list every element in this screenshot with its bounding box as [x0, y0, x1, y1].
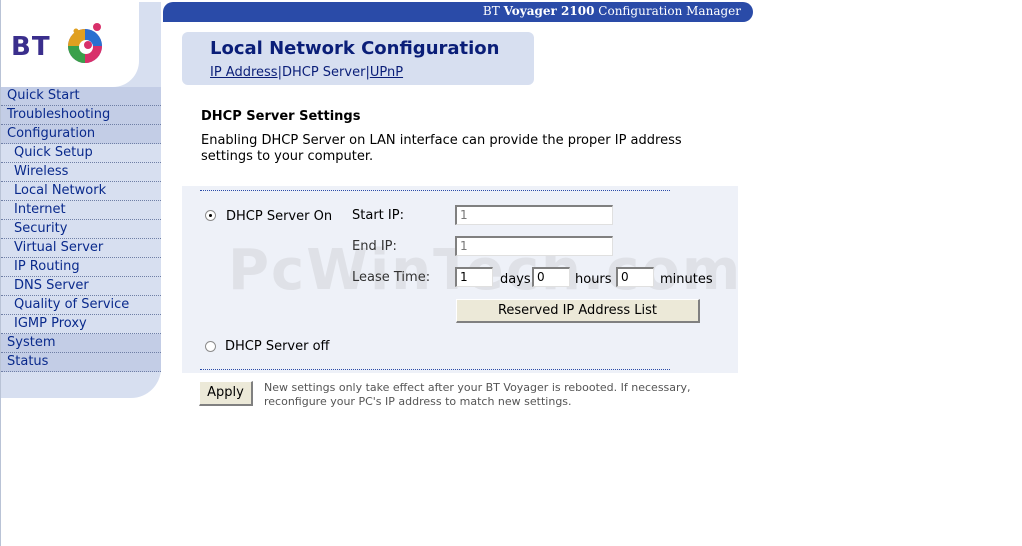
lease-days-input[interactable]: 1 — [455, 267, 493, 287]
days-label: days — [500, 272, 531, 287]
tab-ip-address[interactable]: IP Address — [210, 65, 278, 80]
banner-brand: BT — [482, 4, 500, 18]
sidebar-item-security[interactable]: Security — [1, 220, 161, 239]
start-ip-input[interactable]: 1 — [455, 205, 613, 225]
logo-box: BT — [1, 2, 139, 87]
apply-button[interactable]: Apply — [199, 381, 253, 406]
sidebar-item-local-network[interactable]: Local Network — [1, 182, 161, 201]
divider — [200, 190, 670, 191]
lease-time-label: Lease Time: — [352, 270, 431, 285]
end-ip-value: 1 — [460, 239, 468, 253]
lease-hours-input[interactable]: 0 — [532, 267, 570, 287]
sidebar-item-ip-routing[interactable]: IP Routing — [1, 258, 161, 277]
sidebar-item-configuration[interactable]: Configuration — [1, 125, 161, 144]
end-ip-input[interactable]: 1 — [455, 236, 613, 256]
top-banner: BT Voyager 2100 Configuration Manager — [163, 2, 753, 22]
sidebar-item-quick-start[interactable]: Quick Start — [1, 87, 161, 106]
dhcp-off-label: DHCP Server off — [225, 339, 330, 354]
bt-globe-icon — [68, 23, 102, 63]
sidebar-item-quality-of-service[interactable]: Quality of Service — [1, 296, 161, 315]
divider — [200, 369, 670, 370]
sidebar-item-system[interactable]: System — [1, 334, 161, 353]
hours-label: hours — [575, 272, 612, 287]
start-ip-label: Start IP: — [352, 208, 404, 223]
banner-title: BT Voyager 2100 Configuration Manager — [483, 4, 741, 18]
section-title: DHCP Server Settings — [201, 109, 361, 124]
sidebar-nav: Quick Start Troubleshooting Configuration Q… — [1, 87, 161, 372]
banner-product: Voyager 2100 — [503, 4, 595, 18]
reserved-ip-list-button[interactable]: Reserved IP Address List — [456, 299, 700, 323]
sidebar-item-dns-server[interactable]: DNS Server — [1, 277, 161, 296]
sidebar-item-virtual-server[interactable]: Virtual Server — [1, 239, 161, 258]
section-tabs: IP Address|DHCP Server|UPnP — [210, 65, 403, 80]
sidebar-item-internet[interactable]: Internet — [1, 201, 161, 220]
tab-upnp[interactable]: UPnP — [370, 65, 403, 80]
dhcp-off-radio[interactable] — [205, 341, 216, 352]
reboot-note: New settings only take effect after your… — [264, 381, 691, 408]
bt-logo-text: BT — [11, 32, 51, 62]
page-header: Local Network Configuration IP Address|D… — [182, 32, 534, 85]
page-title: Local Network Configuration — [210, 38, 500, 59]
sidebar-item-status[interactable]: Status — [1, 353, 161, 372]
dhcp-on-label: DHCP Server On — [226, 209, 333, 224]
lease-minutes-input[interactable]: 0 — [616, 267, 654, 287]
tab-dhcp-server[interactable]: DHCP Server — [282, 65, 365, 80]
end-ip-label: End IP: — [352, 239, 397, 254]
sidebar-item-quick-setup[interactable]: Quick Setup — [1, 144, 161, 163]
sidebar-item-troubleshooting[interactable]: Troubleshooting — [1, 106, 161, 125]
minutes-label: minutes — [660, 272, 713, 287]
start-ip-value: 1 — [460, 208, 468, 222]
sidebar-item-wireless[interactable]: Wireless — [1, 163, 161, 182]
sidebar-item-igmp-proxy[interactable]: IGMP Proxy — [1, 315, 161, 334]
section-description: Enabling DHCP Server on LAN interface ca… — [201, 133, 682, 164]
dhcp-on-radio[interactable] — [205, 210, 216, 221]
banner-suffix: Configuration Manager — [598, 4, 741, 18]
